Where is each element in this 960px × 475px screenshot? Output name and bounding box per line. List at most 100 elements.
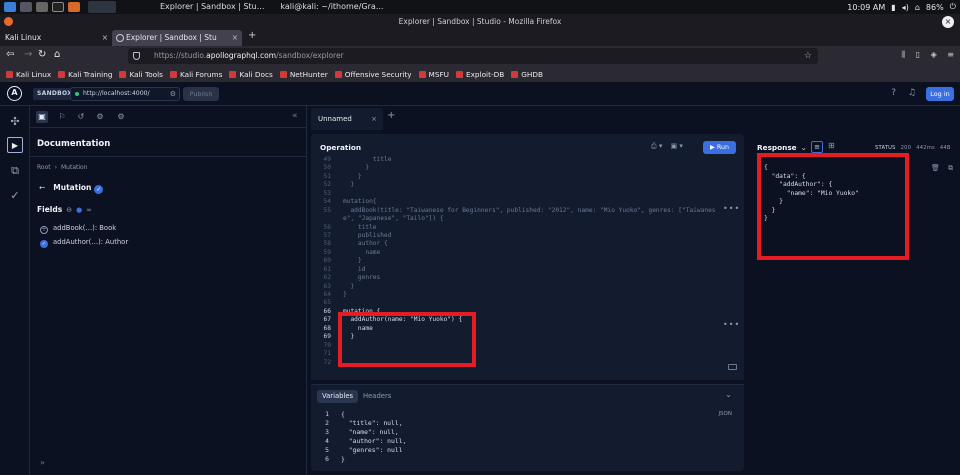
field-add-author[interactable]: ✓ addAuthor(…): Author [40,238,128,248]
share-icon[interactable]: ⎙ ▾ [651,142,662,150]
code-line[interactable]: 59 name [311,249,744,257]
bookmark-item[interactable]: Offensive Security [335,70,412,79]
variables-code-editor[interactable]: 1{2 "title": null, 3 "name": null, 4 "auth… [311,410,744,464]
tab-close-icon[interactable]: × [232,30,238,46]
code-line[interactable]: 52 } [311,181,744,189]
code-line[interactable]: 5 "genres": null [311,446,744,455]
code-line[interactable]: 49 title [311,156,744,164]
field-type[interactable]: Book [99,224,116,232]
code-line[interactable]: 6} [311,455,744,464]
notification-settings-icon[interactable]: ♫ [908,88,916,98]
url-bar[interactable]: https://studio.apollographql.com/sandbox… [128,48,818,64]
json-view-icon[interactable]: ≡ [811,141,823,153]
gear-icon[interactable]: ⚙ [170,88,176,100]
code-line[interactable]: 56 title [311,224,744,232]
run-button[interactable]: ▶ Run [703,141,736,154]
graph-icon[interactable]: ✣ [7,114,23,130]
close-icon[interactable]: × [371,108,377,130]
home-icon[interactable]: ⌂ [54,49,60,60]
lock-icon[interactable]: ⌂ [915,3,920,12]
code-line[interactable]: 64} [311,291,744,299]
minus-circle-icon[interactable]: ⊖ [66,206,72,214]
taskbar-window-terminal[interactable]: kali@kali: ~/ithome/Gra... [276,1,387,13]
code-line[interactable]: 60 } [311,257,744,265]
taskbar-window-firefox[interactable]: Explorer | Sandbox | Stu... [156,1,268,13]
add-field-icon[interactable]: + [40,226,48,234]
bookmark-item[interactable]: MSFU [419,70,449,79]
browser-icon[interactable] [68,2,80,12]
code-line[interactable]: 65 [311,299,744,307]
collapse-icon[interactable]: ⌄ [725,390,732,399]
tab-unnamed[interactable]: Unnamed × [311,108,383,130]
terminal-icon[interactable] [52,2,64,12]
code-line[interactable]: 4 "author": null, [311,437,744,446]
code-line[interactable]: 58 author { [311,240,744,248]
forward-icon[interactable]: → [24,49,32,60]
bookmark-item[interactable]: Kali Training [58,70,112,79]
tab-explorer[interactable]: Explorer | Sandbox | Stu × [112,30,242,46]
code-line[interactable]: 54 mutation{ [311,198,744,206]
table-view-icon[interactable]: ⊞ [828,141,835,150]
more-icon[interactable]: ••• [723,204,740,213]
code-line[interactable]: 57 published [311,232,744,240]
bookmark-item[interactable]: NetHunter [280,70,328,79]
files-icon[interactable] [36,2,48,12]
response-title[interactable]: Response ⌄ [757,143,807,152]
notification-icon[interactable]: ▮ [891,3,895,12]
field-add-book[interactable]: + addBook(…): Book [40,224,116,234]
kali-menu-icon[interactable] [4,2,16,12]
extension-icon[interactable]: ◈ [931,50,937,59]
bookmark-item[interactable]: Kali Tools [119,70,162,79]
tab-close-icon[interactable]: × [102,30,108,46]
bookmark-star-icon[interactable]: ☆ [804,48,812,64]
apollo-logo-icon[interactable]: A [7,86,22,101]
history-icon[interactable]: ↺ [75,111,87,123]
publish-button[interactable]: Publish [183,87,219,101]
bookmark-item[interactable]: Exploit-DB [456,70,504,79]
schema-icon[interactable]: ⧉ [7,163,23,179]
code-line[interactable]: e", "Japanese", "Tailo"]) { [311,215,744,223]
tab-variables[interactable]: Variables [317,390,359,403]
tab-kali-linux[interactable]: Kali Linux × [0,30,112,46]
explorer-play-icon[interactable]: ▶ [7,137,23,153]
copy-icon[interactable]: ⧉ [948,164,953,172]
tab-headers[interactable]: Headers [363,390,391,403]
checks-icon[interactable]: ✓ [7,188,23,204]
documentation-icon[interactable]: ▣ [36,111,48,123]
bookmark-item[interactable]: Kali Linux [6,70,51,79]
code-line[interactable]: 61 id [311,266,744,274]
code-line[interactable]: 1{ [311,410,744,419]
taskbar-active-window[interactable] [88,1,116,13]
expand-icon[interactable]: » [40,458,45,467]
code-line[interactable]: 2 "title": null, [311,419,744,428]
back-arrow-icon[interactable]: ← [39,183,45,192]
power-icon[interactable]: ⏻ [950,2,956,12]
bookmark-item[interactable]: Kali Forums [170,70,222,79]
library-icon[interactable]: ⫼ [901,50,905,59]
new-tab-icon[interactable]: + [248,30,256,41]
breadcrumb-mutation[interactable]: Mutation [61,164,88,171]
save-icon[interactable]: ▣ ▾ [671,142,683,150]
menu-icon[interactable]: ≡ [947,50,954,59]
endpoint-input[interactable]: http://localhost:4000/ ⚙ [70,87,180,101]
desktop-icon[interactable] [20,2,32,12]
bookmark-item[interactable]: GHDB [511,70,543,79]
volume-icon[interactable]: ◂) [902,3,909,12]
gear-icon[interactable]: ⚙ [94,111,106,123]
help-icon[interactable]: ? [891,88,896,98]
bookmark-item[interactable]: Kali Docs [229,70,272,79]
collapse-icon[interactable]: « [292,111,298,121]
field-selected-icon[interactable]: ✓ [40,240,48,248]
check-circle-icon[interactable]: ● [76,206,82,214]
code-line[interactable]: 53 [311,190,744,198]
code-line[interactable]: 50 } [311,164,744,172]
code-line[interactable]: 55 addBook(title: "Taiwanese for Beginne… [311,207,744,215]
close-icon[interactable]: × [942,16,954,28]
delete-icon[interactable]: 🗑 [931,164,940,172]
sidebar-icon[interactable]: ▯ [916,50,920,59]
tracking-shield-icon[interactable] [133,52,140,60]
keyboard-icon[interactable] [728,364,737,370]
add-tab-icon[interactable]: + [387,110,395,121]
reload-icon[interactable]: ↻ [38,49,46,60]
breadcrumb-root[interactable]: Root [37,164,51,171]
